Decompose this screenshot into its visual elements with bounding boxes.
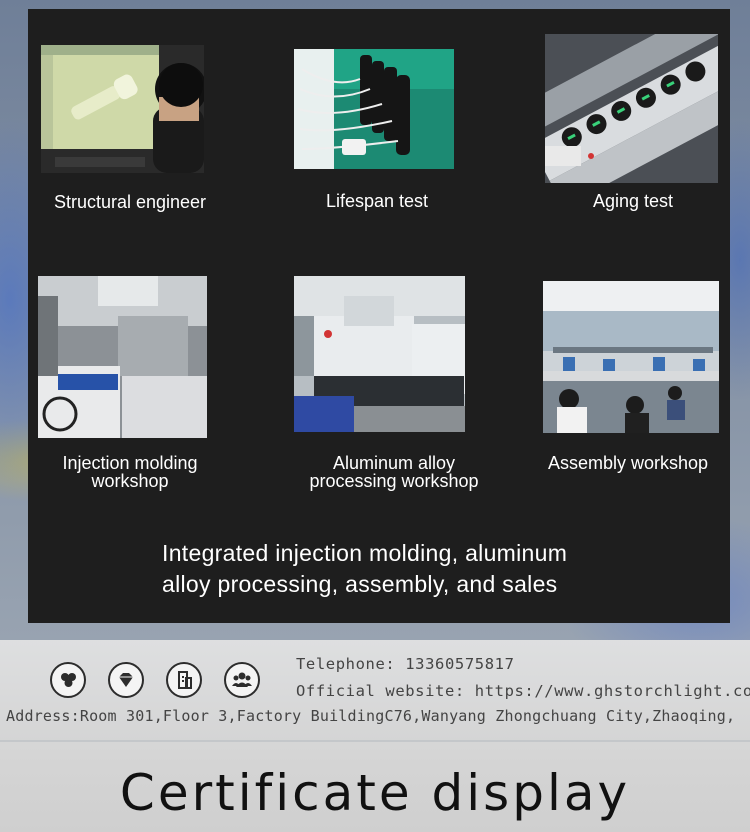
group-icon <box>224 662 260 698</box>
injection-molding-photo <box>38 276 207 438</box>
aging-test-caption: Aging test <box>592 191 674 211</box>
lifespan-test-caption: Lifespan test <box>325 191 429 211</box>
injection-molding-caption: Injection molding workshop <box>62 453 198 491</box>
company-tagline: Integrated injection molding, aluminum a… <box>162 538 642 600</box>
website-link[interactable]: Official website: https://www.ghstorchli… <box>296 682 750 700</box>
users-icon <box>50 662 86 698</box>
structural-engineer-photo <box>41 45 204 173</box>
lifespan-test-photo <box>294 49 454 169</box>
tagline-line-2: alloy processing, assembly, and sales <box>162 571 558 597</box>
aluminum-alloy-photo <box>294 276 465 432</box>
address-text: Address:Room 301,Floor 3,Factory Buildin… <box>6 707 736 725</box>
tagline-line-1: Integrated injection molding, aluminum <box>162 540 568 566</box>
certificate-display-heading: Certificate display <box>119 764 631 822</box>
structural-engineer-caption: Structural engineer <box>53 192 207 212</box>
aging-test-photo <box>545 34 718 183</box>
aluminum-alloy-caption: Aluminum alloy processing workshop <box>309 453 479 491</box>
diamond-icon <box>108 662 144 698</box>
assembly-workshop-photo <box>543 281 719 433</box>
assembly-workshop-caption: Assembly workshop <box>547 453 709 473</box>
telephone-text: Telephone: 13360575817 <box>296 655 515 673</box>
building-icon <box>166 662 202 698</box>
